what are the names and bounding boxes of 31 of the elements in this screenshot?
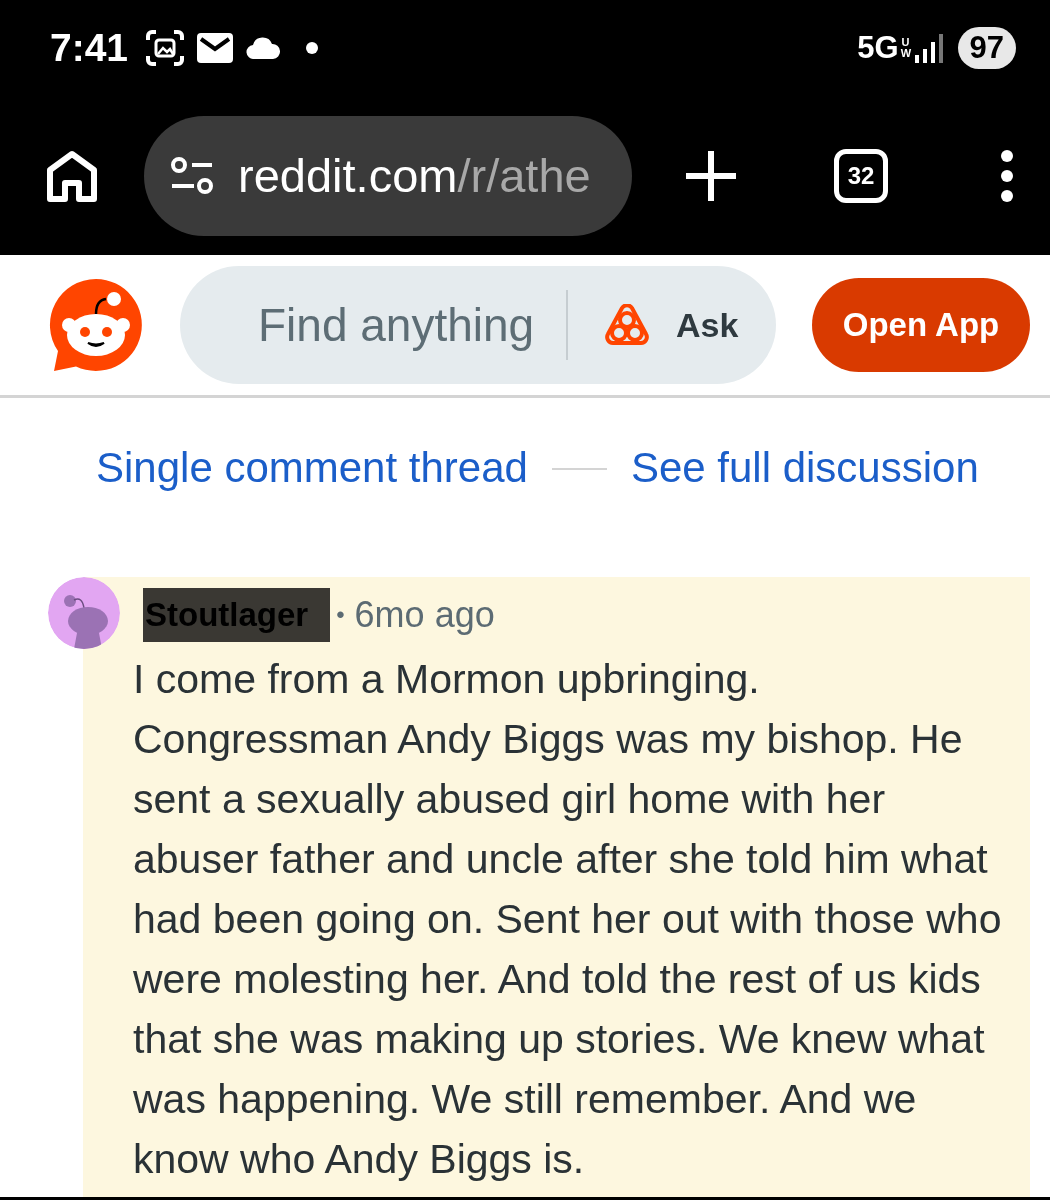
avatar-icon — [48, 577, 120, 649]
search-bar[interactable]: Find anything Ask — [180, 266, 776, 384]
status-time: 7:41 — [50, 26, 129, 70]
plus-icon — [686, 150, 736, 201]
url-text: reddit.com/r/athe — [238, 148, 591, 203]
ask-icon — [604, 304, 650, 346]
network-type: 5G — [857, 30, 899, 66]
reddit-logo-icon[interactable] — [48, 277, 144, 373]
mail-icon — [196, 32, 235, 64]
comment-timestamp: 6mo ago — [354, 594, 495, 636]
open-app-button[interactable]: Open App — [812, 278, 1030, 372]
kebab-menu-icon — [1000, 148, 1014, 203]
search-field[interactable]: Find anything — [258, 298, 554, 352]
signal-icon — [913, 33, 944, 63]
cloud-icon — [246, 37, 281, 59]
site-settings-icon — [170, 155, 214, 196]
ask-button[interactable]: Ask — [604, 304, 739, 346]
thread-link[interactable]: See full discussion — [630, 444, 979, 492]
network-label: UW — [900, 37, 911, 59]
new-tab-button[interactable] — [686, 150, 736, 201]
address-bar[interactable]: reddit.com/r/athe — [144, 115, 632, 236]
battery-level: 97 — [957, 27, 1016, 69]
home-icon — [46, 149, 98, 202]
home-button[interactable] — [46, 149, 98, 202]
screenshot-icon — [146, 30, 185, 66]
comment-body: I come from a Mormon upbringing. Congressman Andy Biggs was my bishop. He sent a sexually abused girl home with her abuser father and uncle after she told him what had been going on. Sent her out with those who were molesting her. And told the rest of us kids that she was making up stories. We knew what was happening. We still remember. And we know who Andy Biggs is. — [133, 655, 1003, 1184]
thread-link[interactable]: Single comment thread — [96, 444, 528, 492]
meta-separator: • — [336, 601, 345, 629]
tab-switcher-button[interactable]: 32 — [834, 148, 888, 203]
more-options-button[interactable] — [1000, 148, 1014, 203]
notification-dot-icon — [306, 42, 319, 54]
